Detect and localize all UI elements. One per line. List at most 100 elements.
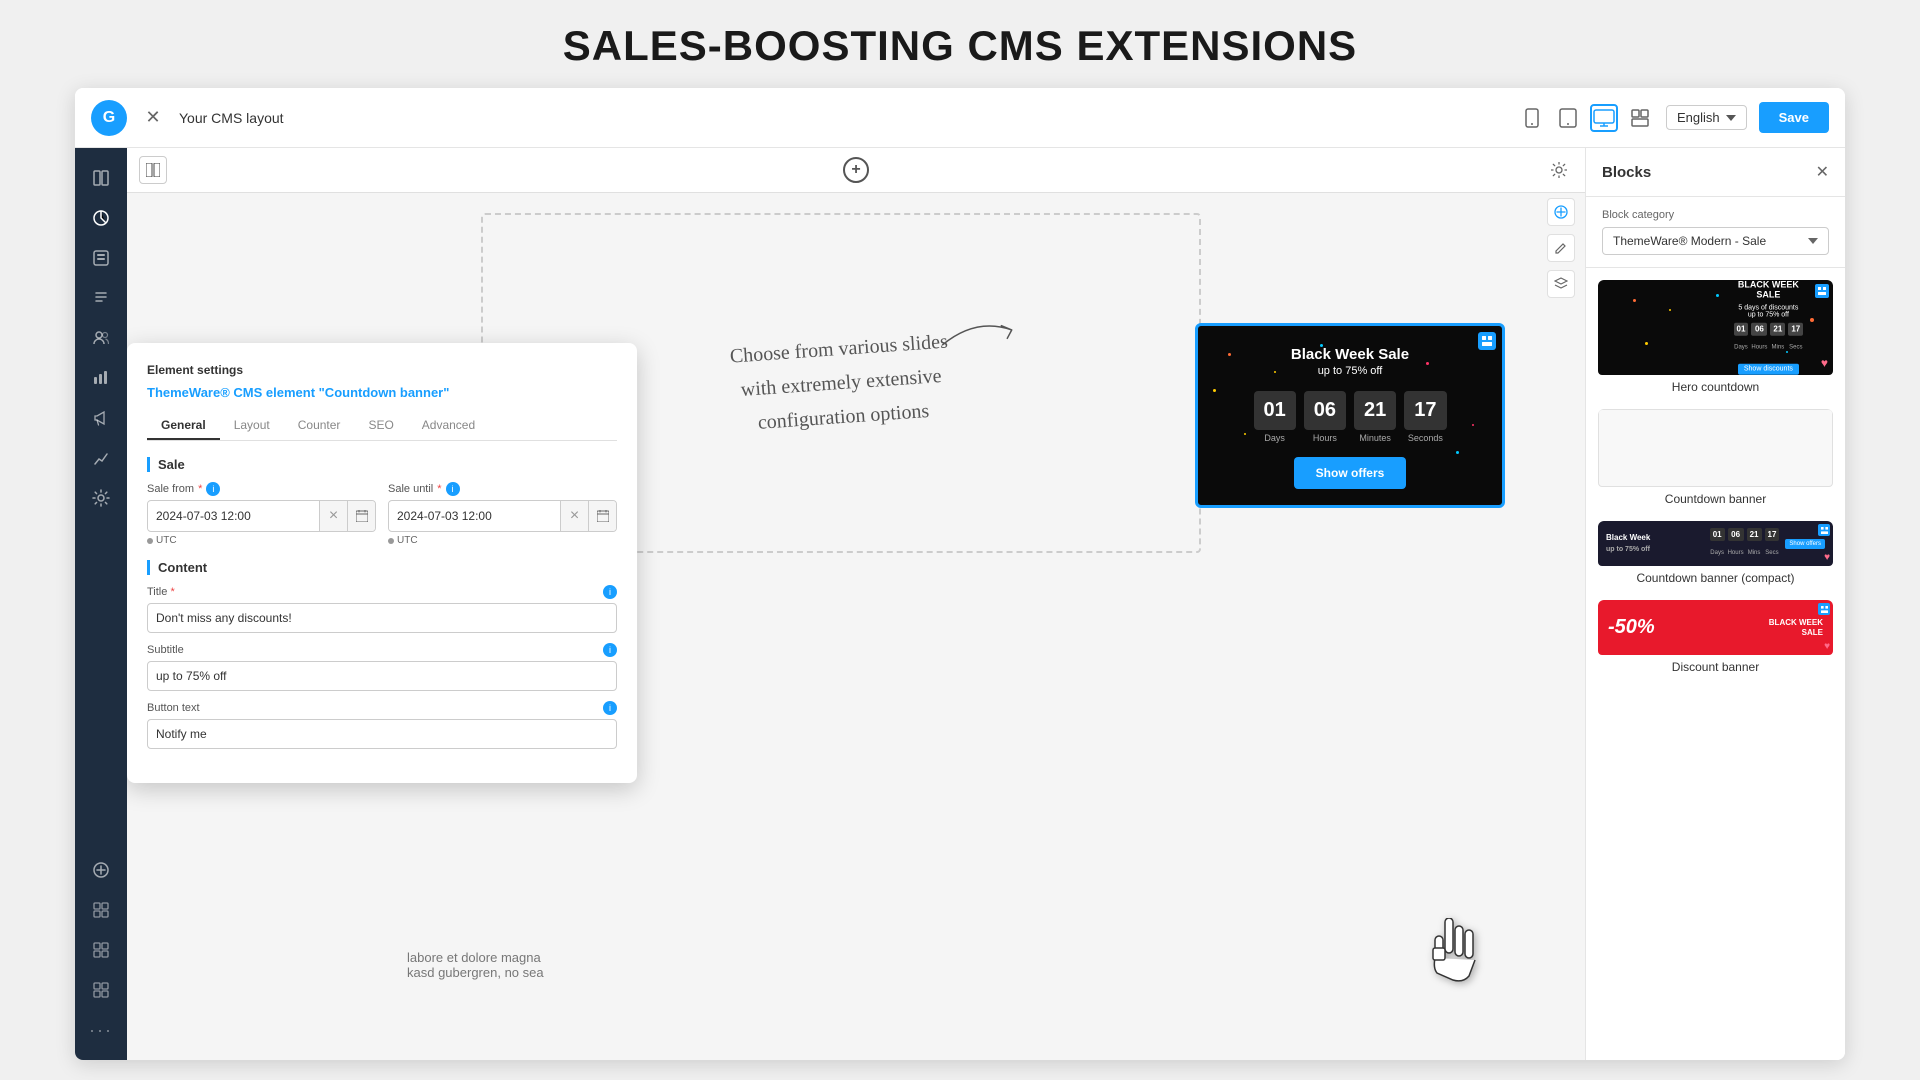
sidebar-icon-layout[interactable] <box>83 160 119 196</box>
hero-heart-icon[interactable]: ♥ <box>1821 356 1828 370</box>
element-settings-panel: Element settings ThemeWare® CMS element … <box>127 343 637 783</box>
right-action-edit[interactable] <box>1547 234 1575 262</box>
button-text-info-icon[interactable]: i <box>603 701 617 715</box>
seconds-value: 17 <box>1404 391 1446 430</box>
sidebar-icon-grid3[interactable] <box>83 972 119 1008</box>
hero-corner-icon <box>1815 284 1829 298</box>
button-text-label: Button text <box>147 702 200 714</box>
sidebar-icon-grid2[interactable] <box>83 932 119 968</box>
discount-banner-label: Discount banner <box>1598 655 1833 679</box>
seconds-label: Seconds <box>1404 433 1446 443</box>
blocks-panel-close[interactable]: ✕ <box>1816 162 1829 182</box>
sidebar-icon-more[interactable]: ··· <box>83 1012 119 1048</box>
tab-advanced[interactable]: Advanced <box>408 412 489 440</box>
sale-from-calendar-icon[interactable] <box>347 501 375 531</box>
canvas-settings-btn[interactable] <box>1545 156 1573 184</box>
sale-until-info-icon[interactable]: i <box>446 482 460 496</box>
sidebar-icon-dashboard[interactable] <box>83 200 119 236</box>
mobile-icon[interactable] <box>1518 104 1546 132</box>
sidebar-icon-content[interactable] <box>83 280 119 316</box>
subtitle-input[interactable] <box>147 661 617 691</box>
handwritten-text: Choose from various slideswith extremely… <box>729 325 954 442</box>
button-text-input[interactable] <box>147 719 617 749</box>
sale-until-input[interactable] <box>389 502 560 530</box>
sale-from-clear-btn[interactable]: × <box>319 501 347 531</box>
required-star2: * <box>437 483 441 495</box>
right-action-add[interactable] <box>1547 198 1575 226</box>
tablet-icon[interactable] <box>1554 104 1582 132</box>
title-field-group: Title * i <box>147 585 617 633</box>
tab-layout[interactable]: Layout <box>220 412 284 440</box>
discount-corner-icon <box>1818 603 1830 615</box>
block-item-discount-banner[interactable]: -50% BLACK WEEKSALE ♥ <box>1598 600 1833 679</box>
cursor-hand-icon <box>1425 918 1485 1000</box>
minutes-value: 21 <box>1354 391 1396 430</box>
block-category-label: Block category <box>1602 209 1829 221</box>
topbar: G ✕ Your CMS layout <box>75 88 1845 148</box>
sale-until-utc: UTC <box>397 535 418 546</box>
sidebar-icon-settings[interactable] <box>83 480 119 516</box>
subtitle-field-label: Subtitle <box>147 644 184 656</box>
save-button[interactable]: Save <box>1759 102 1829 133</box>
tab-general[interactable]: General <box>147 412 220 440</box>
block-category-section: Block category ThemeWare® Modern - Sale <box>1586 197 1845 268</box>
blocks-list: BLACK WEEKSALE 5 days of discountsup to … <box>1586 268 1845 1060</box>
cms-window: G ✕ Your CMS layout <box>75 88 1845 1060</box>
block-item-countdown-compact[interactable]: Black Weekup to 75% off 01Days 06Hours 2… <box>1598 521 1833 590</box>
tab-counter[interactable]: Counter <box>284 412 355 440</box>
editor-body: ··· + <box>75 148 1845 1060</box>
sale-from-group: Sale from * i × <box>147 482 376 546</box>
sidebar-icon-grid1[interactable] <box>83 892 119 928</box>
language-selector[interactable]: English <box>1666 105 1747 130</box>
sale-section-title: Sale <box>147 457 617 472</box>
hours-value: 06 <box>1304 391 1346 430</box>
sale-from-info-icon[interactable]: i <box>206 482 220 496</box>
close-button[interactable]: ✕ <box>139 104 167 132</box>
block-category-select[interactable]: ThemeWare® Modern - Sale <box>1602 227 1829 255</box>
sale-from-utc: UTC <box>156 535 177 546</box>
block-item-hero-countdown[interactable]: BLACK WEEKSALE 5 days of discountsup to … <box>1598 280 1833 399</box>
sale-until-calendar-icon[interactable] <box>588 501 616 531</box>
settings-panel-title: Element settings <box>147 363 617 377</box>
sale-until-label: Sale until <box>388 483 433 495</box>
sidebar-icon-add[interactable] <box>83 852 119 888</box>
discount-heart-icon[interactable]: ♥ <box>1824 641 1830 652</box>
days-label: Days <box>1254 433 1296 443</box>
days-value: 01 <box>1254 391 1296 430</box>
desktop-icon[interactable] <box>1590 104 1618 132</box>
title-info-icon[interactable]: i <box>603 585 617 599</box>
sidebar-icon-megaphone[interactable] <box>83 400 119 436</box>
compact-heart-icon[interactable]: ♥ <box>1824 552 1830 563</box>
add-section-button[interactable]: + <box>843 157 869 183</box>
tab-seo[interactable]: SEO <box>354 412 407 440</box>
sale-until-clear-btn[interactable]: × <box>560 501 588 531</box>
layout-grid-icon[interactable] <box>1626 104 1654 132</box>
block-item-countdown-banner[interactable]: Countdown banner <box>1598 409 1833 511</box>
sidebar-icon-pages[interactable] <box>83 240 119 276</box>
banner-show-offers-btn[interactable]: Show offers <box>1294 457 1407 489</box>
banner-title: Black Week Sale <box>1214 346 1486 363</box>
hours-label: Hours <box>1304 433 1346 443</box>
logo: G <box>91 100 127 136</box>
content-section: Content Title * i <box>147 560 617 749</box>
content-section-title: Content <box>147 560 617 575</box>
button-text-field-group: Button text i <box>147 701 617 749</box>
banner-subtitle: up to 75% off <box>1214 365 1486 377</box>
right-panel-header: Blocks ✕ <box>1586 148 1845 197</box>
settings-tabs: General Layout Counter SEO Advanced <box>147 412 617 441</box>
countdown-banner-overlay: Black Week Sale up to 75% off 01 Days <box>1195 323 1505 508</box>
title-input[interactable] <box>147 603 617 633</box>
right-action-layers[interactable] <box>1547 270 1575 298</box>
layout-icon-btn[interactable] <box>139 156 167 184</box>
sidebar-icon-users[interactable] <box>83 320 119 356</box>
sale-until-group: Sale until * i × <box>388 482 617 546</box>
sidebar-icon-marketing[interactable] <box>83 360 119 396</box>
minutes-label: Minutes <box>1354 433 1396 443</box>
canvas-area: + <box>127 148 1585 1060</box>
subtitle-info-icon[interactable]: i <box>603 643 617 657</box>
sale-from-input[interactable] <box>148 502 319 530</box>
blocks-panel-title: Blocks <box>1602 164 1651 181</box>
required-star: * <box>198 483 202 495</box>
sidebar-icon-analytics[interactable] <box>83 440 119 476</box>
title-field-label: Title <box>147 586 167 598</box>
